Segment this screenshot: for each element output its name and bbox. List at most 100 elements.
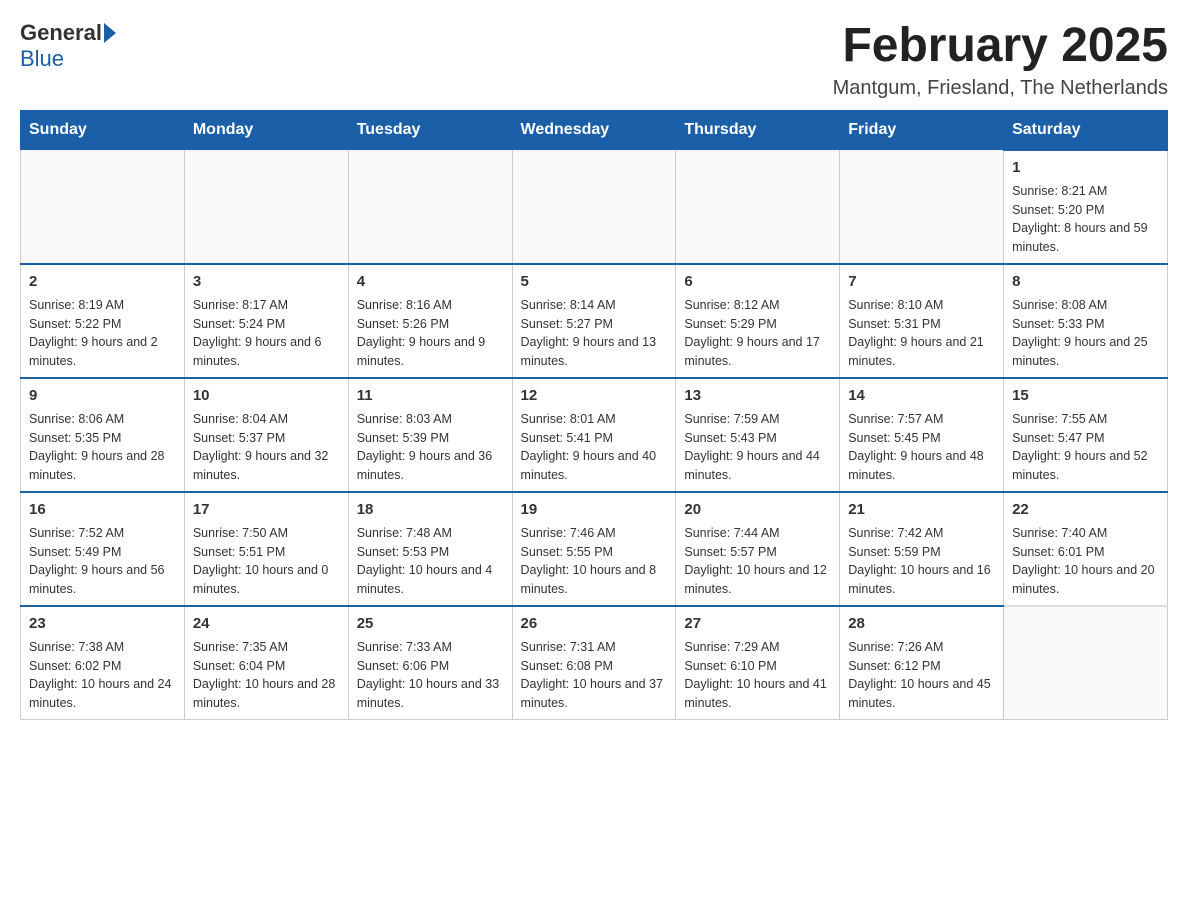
logo-general-text: General bbox=[20, 20, 102, 46]
day-number: 5 bbox=[521, 271, 668, 292]
calendar-cell: 27 Sunrise: 7:29 AMSunset: 6:10 PMDayligh… bbox=[676, 606, 840, 720]
day-number: 28 bbox=[848, 613, 995, 634]
calendar-cell: 16 Sunrise: 7:52 AMSunset: 5:49 PMDayligh… bbox=[21, 492, 185, 606]
calendar-cell bbox=[840, 150, 1004, 264]
weekday-header-saturday: Saturday bbox=[1004, 110, 1168, 150]
weekday-header-friday: Friday bbox=[840, 110, 1004, 150]
day-info: Sunrise: 8:04 AMSunset: 5:37 PMDaylight:… bbox=[193, 410, 340, 485]
day-info: Sunrise: 8:10 AMSunset: 5:31 PMDaylight:… bbox=[848, 296, 995, 371]
page-header: General Blue February 2025 Mantgum, Frie… bbox=[20, 20, 1168, 100]
calendar-body: 1 Sunrise: 8:21 AMSunset: 5:20 PMDaylight… bbox=[21, 150, 1168, 720]
day-number: 1 bbox=[1012, 157, 1159, 178]
day-info: Sunrise: 8:03 AMSunset: 5:39 PMDaylight:… bbox=[357, 410, 504, 485]
calendar-cell: 9Sunrise: 8:06 AMSunset: 5:35 PMDaylight… bbox=[21, 378, 185, 492]
calendar-cell: 24 Sunrise: 7:35 AMSunset: 6:04 PMDayligh… bbox=[184, 606, 348, 720]
day-info: Sunrise: 7:31 AMSunset: 6:08 PMDaylight:… bbox=[521, 638, 668, 713]
weekday-header-sunday: Sunday bbox=[21, 110, 185, 150]
day-number: 2 bbox=[29, 271, 176, 292]
day-info: Sunrise: 7:59 AMSunset: 5:43 PMDaylight:… bbox=[684, 410, 831, 485]
calendar-cell: 26 Sunrise: 7:31 AMSunset: 6:08 PMDayligh… bbox=[512, 606, 676, 720]
day-info: Sunrise: 7:40 AMSunset: 6:01 PMDaylight:… bbox=[1012, 524, 1159, 599]
day-info: Sunrise: 7:26 AMSunset: 6:12 PMDaylight:… bbox=[848, 638, 995, 713]
day-info: Sunrise: 8:06 AMSunset: 5:35 PMDaylight:… bbox=[29, 410, 176, 485]
day-info: Sunrise: 7:46 AMSunset: 5:55 PMDaylight:… bbox=[521, 524, 668, 599]
calendar-cell bbox=[21, 150, 185, 264]
calendar-cell bbox=[1004, 606, 1168, 720]
day-number: 23 bbox=[29, 613, 176, 634]
day-info: Sunrise: 8:16 AMSunset: 5:26 PMDaylight:… bbox=[357, 296, 504, 371]
day-info: Sunrise: 7:42 AMSunset: 5:59 PMDaylight:… bbox=[848, 524, 995, 599]
day-info: Sunrise: 7:29 AMSunset: 6:10 PMDaylight:… bbox=[684, 638, 831, 713]
day-info: Sunrise: 7:57 AMSunset: 5:45 PMDaylight:… bbox=[848, 410, 995, 485]
logo-arrow-icon bbox=[104, 23, 116, 43]
day-number: 11 bbox=[357, 385, 504, 406]
calendar-cell: 2 Sunrise: 8:19 AMSunset: 5:22 PMDaylight… bbox=[21, 264, 185, 378]
day-number: 24 bbox=[193, 613, 340, 634]
calendar-cell: 6 Sunrise: 8:12 AMSunset: 5:29 PMDaylight… bbox=[676, 264, 840, 378]
calendar-cell: 14 Sunrise: 7:57 AMSunset: 5:45 PMDayligh… bbox=[840, 378, 1004, 492]
day-info: Sunrise: 7:48 AMSunset: 5:53 PMDaylight:… bbox=[357, 524, 504, 599]
day-info: Sunrise: 8:12 AMSunset: 5:29 PMDaylight:… bbox=[684, 296, 831, 371]
day-info: Sunrise: 8:01 AMSunset: 5:41 PMDaylight:… bbox=[521, 410, 668, 485]
day-number: 25 bbox=[357, 613, 504, 634]
day-number: 12 bbox=[521, 385, 668, 406]
day-number: 19 bbox=[521, 499, 668, 520]
calendar-cell: 10 Sunrise: 8:04 AMSunset: 5:37 PMDayligh… bbox=[184, 378, 348, 492]
calendar-week-2: 2 Sunrise: 8:19 AMSunset: 5:22 PMDaylight… bbox=[21, 264, 1168, 378]
day-info: Sunrise: 8:08 AMSunset: 5:33 PMDaylight:… bbox=[1012, 296, 1159, 371]
day-number: 13 bbox=[684, 385, 831, 406]
day-number: 10 bbox=[193, 385, 340, 406]
day-number: 4 bbox=[357, 271, 504, 292]
calendar-week-1: 1 Sunrise: 8:21 AMSunset: 5:20 PMDaylight… bbox=[21, 150, 1168, 264]
day-info: Sunrise: 7:55 AMSunset: 5:47 PMDaylight:… bbox=[1012, 410, 1159, 485]
calendar-cell: 17 Sunrise: 7:50 AMSunset: 5:51 PMDayligh… bbox=[184, 492, 348, 606]
calendar-cell bbox=[512, 150, 676, 264]
day-info: Sunrise: 7:50 AMSunset: 5:51 PMDaylight:… bbox=[193, 524, 340, 599]
calendar-cell bbox=[348, 150, 512, 264]
calendar-week-5: 23 Sunrise: 7:38 AMSunset: 6:02 PMDayligh… bbox=[21, 606, 1168, 720]
day-info: Sunrise: 7:35 AMSunset: 6:04 PMDaylight:… bbox=[193, 638, 340, 713]
day-number: 17 bbox=[193, 499, 340, 520]
month-title: February 2025 bbox=[833, 20, 1168, 73]
calendar-cell: 5 Sunrise: 8:14 AMSunset: 5:27 PMDaylight… bbox=[512, 264, 676, 378]
day-info: Sunrise: 7:38 AMSunset: 6:02 PMDaylight:… bbox=[29, 638, 176, 713]
day-info: Sunrise: 8:17 AMSunset: 5:24 PMDaylight:… bbox=[193, 296, 340, 371]
title-block: February 2025 Mantgum, Friesland, The Ne… bbox=[833, 20, 1168, 100]
calendar-cell: 25 Sunrise: 7:33 AMSunset: 6:06 PMDayligh… bbox=[348, 606, 512, 720]
day-number: 14 bbox=[848, 385, 995, 406]
logo: General Blue bbox=[20, 20, 118, 72]
day-number: 22 bbox=[1012, 499, 1159, 520]
calendar-cell: 1 Sunrise: 8:21 AMSunset: 5:20 PMDaylight… bbox=[1004, 150, 1168, 264]
weekday-header-tuesday: Tuesday bbox=[348, 110, 512, 150]
day-info: Sunrise: 8:14 AMSunset: 5:27 PMDaylight:… bbox=[521, 296, 668, 371]
day-number: 21 bbox=[848, 499, 995, 520]
logo-blue-text: Blue bbox=[20, 46, 64, 72]
calendar-header: SundayMondayTuesdayWednesdayThursdayFrid… bbox=[21, 110, 1168, 150]
day-info: Sunrise: 8:21 AMSunset: 5:20 PMDaylight:… bbox=[1012, 182, 1159, 257]
calendar-cell: 11 Sunrise: 8:03 AMSunset: 5:39 PMDayligh… bbox=[348, 378, 512, 492]
day-info: Sunrise: 7:33 AMSunset: 6:06 PMDaylight:… bbox=[357, 638, 504, 713]
day-number: 18 bbox=[357, 499, 504, 520]
day-number: 15 bbox=[1012, 385, 1159, 406]
calendar-week-3: 9Sunrise: 8:06 AMSunset: 5:35 PMDaylight… bbox=[21, 378, 1168, 492]
day-number: 26 bbox=[521, 613, 668, 634]
calendar-cell: 13 Sunrise: 7:59 AMSunset: 5:43 PMDayligh… bbox=[676, 378, 840, 492]
day-number: 16 bbox=[29, 499, 176, 520]
day-number: 27 bbox=[684, 613, 831, 634]
day-info: Sunrise: 7:52 AMSunset: 5:49 PMDaylight:… bbox=[29, 524, 176, 599]
weekday-header-thursday: Thursday bbox=[676, 110, 840, 150]
calendar-cell: 20Sunrise: 7:44 AMSunset: 5:57 PMDayligh… bbox=[676, 492, 840, 606]
day-number: 8 bbox=[1012, 271, 1159, 292]
day-info: Sunrise: 8:19 AMSunset: 5:22 PMDaylight:… bbox=[29, 296, 176, 371]
calendar-cell: 18 Sunrise: 7:48 AMSunset: 5:53 PMDayligh… bbox=[348, 492, 512, 606]
weekday-header-wednesday: Wednesday bbox=[512, 110, 676, 150]
calendar-cell: 3 Sunrise: 8:17 AMSunset: 5:24 PMDaylight… bbox=[184, 264, 348, 378]
calendar-cell: 15 Sunrise: 7:55 AMSunset: 5:47 PMDayligh… bbox=[1004, 378, 1168, 492]
day-number: 6 bbox=[684, 271, 831, 292]
calendar-cell: 8 Sunrise: 8:08 AMSunset: 5:33 PMDaylight… bbox=[1004, 264, 1168, 378]
day-number: 3 bbox=[193, 271, 340, 292]
calendar-cell: 22 Sunrise: 7:40 AMSunset: 6:01 PMDayligh… bbox=[1004, 492, 1168, 606]
calendar-cell: 21 Sunrise: 7:42 AMSunset: 5:59 PMDayligh… bbox=[840, 492, 1004, 606]
calendar-cell bbox=[184, 150, 348, 264]
calendar-cell bbox=[676, 150, 840, 264]
